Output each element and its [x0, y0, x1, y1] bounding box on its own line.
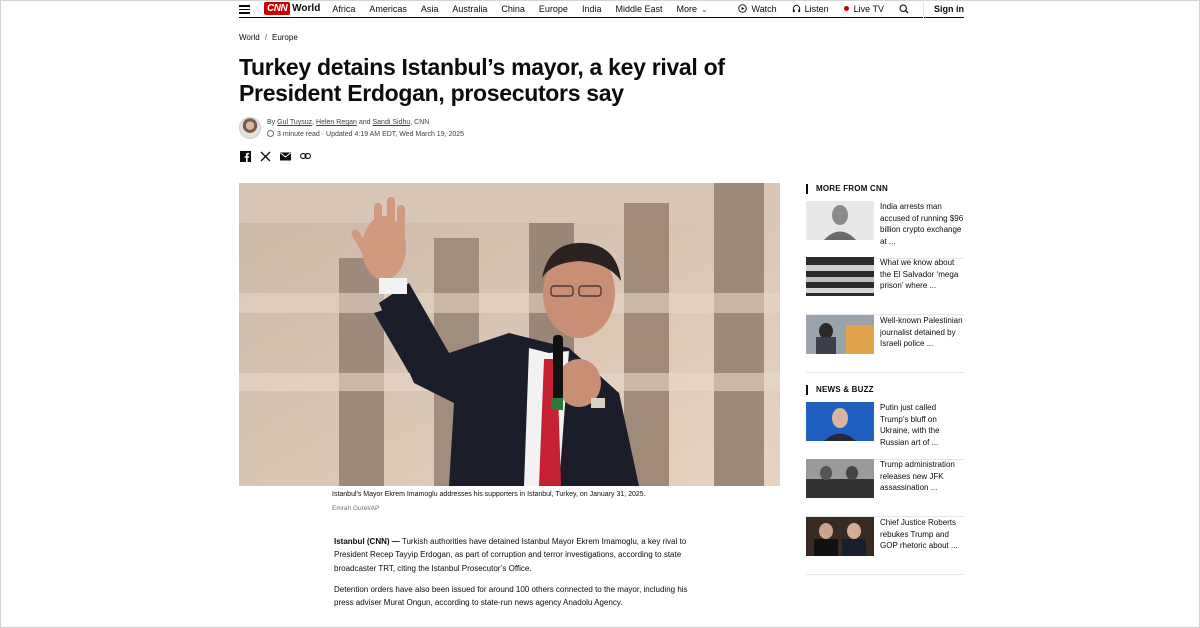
- nav-item-africa[interactable]: Africa: [332, 4, 355, 14]
- sidebar-card[interactable]: Chief Justice Roberts rebukes Trump and …: [806, 517, 964, 575]
- play-circle-icon: [738, 4, 748, 13]
- sidebar-thumb: [806, 459, 874, 498]
- hero-image[interactable]: [239, 183, 780, 486]
- nav-item-europe[interactable]: Europe: [539, 4, 568, 14]
- nav-right: Watch Listen Live TV Sign in: [723, 0, 964, 18]
- byline-timestamp: 3 minute read · Updated 4:19 AM EDT, Wed…: [267, 129, 464, 141]
- share-bar: [239, 150, 311, 162]
- top-nav: CNN World Africa Americas Asia Australia…: [239, 0, 964, 18]
- search-button[interactable]: [899, 3, 909, 14]
- search-icon: [899, 3, 909, 14]
- updated-time: Updated 4:19 AM EDT, Wed March 19, 2025: [326, 131, 465, 138]
- byline-and: and: [358, 119, 371, 126]
- breadcrumb: World / Europe: [239, 33, 298, 42]
- sidebar-card[interactable]: India arrests man accused of running $96…: [806, 201, 964, 259]
- dateline: Istanbul (CNN) —: [334, 537, 400, 546]
- nav-items: Africa Americas Asia Australia China Eur…: [332, 4, 721, 14]
- headphones-icon: [792, 4, 800, 13]
- nav-item-americas[interactable]: Americas: [369, 4, 407, 14]
- nav-item-china[interactable]: China: [501, 4, 525, 14]
- nav-item-asia[interactable]: Asia: [421, 4, 439, 14]
- copy-link-button[interactable]: [299, 150, 311, 162]
- author-avatar[interactable]: [239, 117, 261, 139]
- sidebar-thumb: [806, 315, 874, 354]
- chevron-down-icon: ⌄: [701, 4, 708, 14]
- breadcrumb-separator: /: [264, 33, 267, 42]
- thumb-putin-image: [806, 402, 874, 441]
- x-share-button[interactable]: [259, 150, 271, 162]
- breadcrumb-europe[interactable]: Europe: [272, 33, 298, 42]
- nav-item-india[interactable]: India: [582, 4, 602, 14]
- listen-link[interactable]: Listen: [792, 4, 829, 14]
- sidebar-thumb: [806, 201, 874, 240]
- cnn-logo: CNN: [264, 2, 291, 15]
- sign-in-button[interactable]: Sign in: [923, 0, 964, 18]
- section-name: World: [292, 3, 321, 14]
- sidebar-card[interactable]: Well-known Palestinian journalist detain…: [806, 315, 964, 373]
- sidebar-headline: Putin just called Trump’s bluff on Ukrai…: [880, 403, 940, 447]
- hero-credit: Emrah Gurel/AP: [332, 505, 380, 512]
- thumb-roberts-image: [806, 517, 874, 556]
- sidebar-card[interactable]: Putin just called Trump’s bluff on Ukrai…: [806, 402, 964, 460]
- hero-photo: [239, 183, 780, 486]
- link-icon: [299, 153, 311, 159]
- byline: By Gul Tuysuz, Helen Regan and Sandi Sid…: [239, 117, 464, 141]
- sidebar-card[interactable]: What we know about the El Salvador ‘mega…: [806, 257, 964, 315]
- sidebar-headline: India arrests man accused of running $96…: [880, 202, 964, 246]
- facebook-share-button[interactable]: [239, 150, 251, 162]
- author-link[interactable]: Gul Tuysuz: [277, 119, 312, 126]
- thumb-jfk-image: [806, 459, 874, 498]
- thumb-portrait-image: [806, 201, 874, 240]
- live-dot-icon: [843, 6, 849, 11]
- byline-authors: By Gul Tuysuz, Helen Regan and Sandi Sid…: [267, 119, 430, 126]
- x-logo-icon: [260, 151, 270, 161]
- email-share-button[interactable]: [279, 150, 291, 162]
- author-link[interactable]: Helen Regan: [316, 119, 357, 126]
- sidebar-headline: What we know about the El Salvador ‘mega…: [880, 258, 959, 290]
- sidebar-headline: Chief Justice Roberts rebukes Trump and …: [880, 518, 958, 550]
- watch-label: Watch: [751, 3, 777, 14]
- nav-item-australia[interactable]: Australia: [452, 4, 487, 14]
- page-title: Turkey detains Istanbul’s mayor, a key r…: [239, 54, 725, 106]
- sidebar-card[interactable]: Trump administration releases new JFK as…: [806, 459, 964, 517]
- watch-link[interactable]: Watch: [738, 3, 777, 14]
- news-and-buzz-title: NEWS & BUZZ: [806, 385, 874, 395]
- sidebar-headline: Well-known Palestinian journalist detain…: [880, 316, 963, 348]
- sidebar-thumb: [806, 517, 874, 556]
- mail-icon: [279, 152, 291, 160]
- byline-outlet: , CNN: [410, 119, 430, 126]
- live-tv-label: Live TV: [853, 3, 884, 14]
- cnn-world-logo[interactable]: CNN World: [264, 2, 320, 15]
- hero-caption: Istanbul's Mayor Ekrem Imamoglu addresse…: [332, 491, 646, 498]
- facebook-icon: [239, 150, 251, 162]
- sidebar-thumb: [806, 402, 874, 441]
- breadcrumb-world[interactable]: World: [239, 33, 260, 42]
- sidebar-thumb: [806, 257, 874, 296]
- article-body: Istanbul (CNN) — Turkish authorities hav…: [334, 535, 694, 617]
- nav-item-middle-east[interactable]: Middle East: [615, 4, 662, 14]
- more-from-cnn-title: MORE FROM CNN: [806, 184, 888, 194]
- author-link[interactable]: Sandi Sidhu: [373, 119, 411, 126]
- menu-icon[interactable]: [239, 4, 251, 14]
- thumb-prison-image: [806, 257, 874, 296]
- listen-label: Listen: [804, 3, 829, 14]
- clock-icon: [267, 130, 274, 137]
- nav-item-more[interactable]: More ⌄: [677, 4, 708, 14]
- article-paragraph: Istanbul (CNN) — Turkish authorities hav…: [334, 535, 694, 575]
- article-paragraph: Detention orders have also been issued f…: [334, 584, 688, 608]
- live-tv-link[interactable]: Live TV: [843, 3, 884, 14]
- sidebar-headline: Trump administration releases new JFK as…: [880, 460, 955, 492]
- byline-text: By Gul Tuysuz, Helen Regan and Sandi Sid…: [267, 117, 464, 141]
- read-time: 3 minute read: [277, 131, 320, 138]
- nav-more-label: More: [676, 3, 698, 14]
- byline-prefix: By: [267, 119, 276, 126]
- thumb-journalist-image: [806, 315, 874, 354]
